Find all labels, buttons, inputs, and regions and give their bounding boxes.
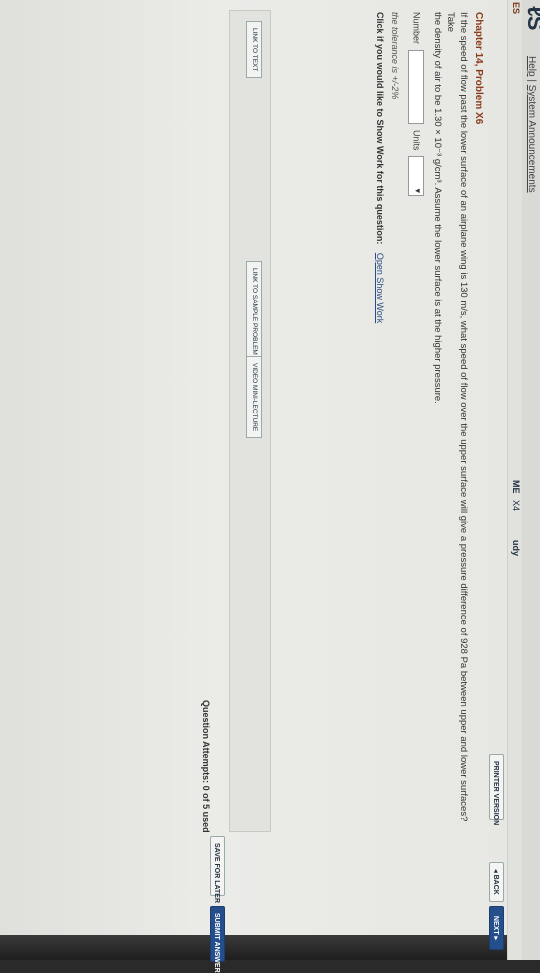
video-lecture-button[interactable]: VIDEO MINI-LECTURE <box>246 356 262 439</box>
sample-problem-button[interactable]: LINK TO SAMPLE PROBLEM <box>246 261 262 362</box>
show-work-prompt: Click if you would like to Show Work for… <box>375 12 385 245</box>
nav-tab-x4[interactable]: X4 <box>511 500 521 511</box>
submit-answer-button[interactable]: SUBMIT ANSWER <box>210 906 225 973</box>
save-for-later-button[interactable]: SAVE FOR LATER <box>210 836 225 903</box>
left-nav-strip: ES ME X4 udy <box>507 0 522 960</box>
problem-text-line1: If the speed of flow past the lower surf… <box>445 12 469 822</box>
units-select[interactable]: ▾ <box>408 156 424 197</box>
problem-title: Chapter 14, Problem X6 <box>473 12 484 125</box>
link-to-text-button[interactable]: LINK TO TEXT <box>246 21 262 79</box>
nav-tab-study[interactable]: udy <box>511 540 521 556</box>
resource-links-bar: LINK TO TEXT LINK TO SAMPLE PROBLEM VIDE… <box>229 10 271 832</box>
answer-row: Number Units ▾ <box>408 12 424 197</box>
help-link[interactable]: Help <box>526 56 537 77</box>
problem-statement: If the speed of flow past the lower surf… <box>431 12 470 832</box>
back-button[interactable]: ◂ BACK <box>489 862 504 902</box>
problem-text-line2: the density of air to be 1.30 × 10⁻³ g/c… <box>432 12 443 404</box>
open-show-work-link[interactable]: Open Show Work <box>375 253 385 323</box>
help-links: Help | System Announcements <box>526 56 537 193</box>
next-button[interactable]: NEXT ▸ <box>489 906 504 950</box>
nav-tab-me[interactable]: ME <box>511 480 521 494</box>
rotated-page: ℓS Help | System Announcements ES ME X4 … <box>0 0 540 973</box>
system-announcements-link[interactable]: System Announcements <box>526 85 537 193</box>
link-separator: | <box>526 79 537 82</box>
site-logo: ℓS <box>523 6 540 30</box>
chevron-down-icon: ▾ <box>413 188 423 194</box>
question-attempts: Question Attempts: 0 of 5 used <box>201 700 211 833</box>
number-input[interactable] <box>408 49 424 124</box>
number-label: Number <box>411 12 422 45</box>
tolerance-note: the tolerance is +/-2% <box>390 12 400 100</box>
units-label: Units <box>411 130 422 151</box>
nav-tab-es[interactable]: ES <box>511 2 521 14</box>
top-header: ℓS Help | System Announcements <box>521 0 540 960</box>
show-work-row: Click if you would like to Show Work for… <box>375 12 385 323</box>
printer-version-button[interactable]: PRINTER VERSION <box>489 754 504 825</box>
